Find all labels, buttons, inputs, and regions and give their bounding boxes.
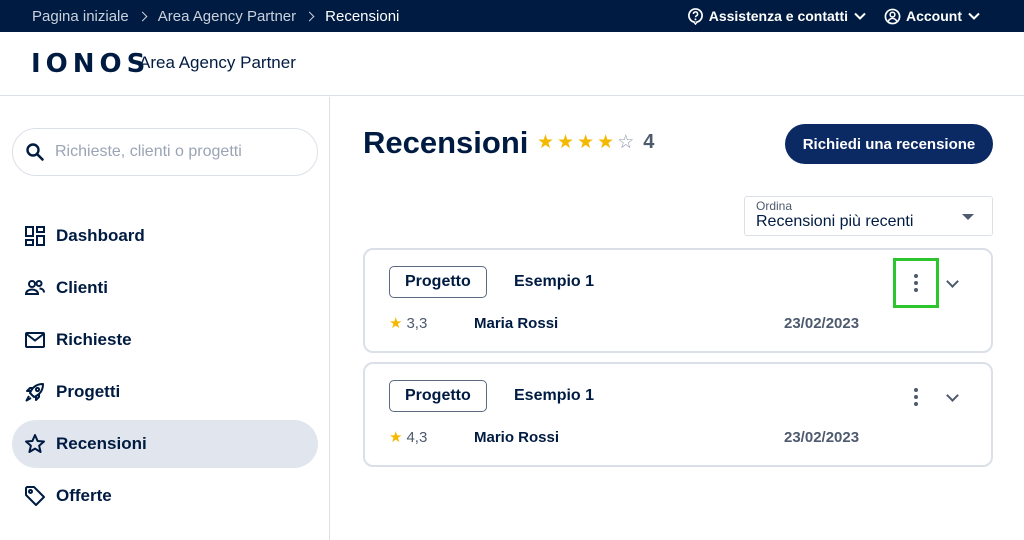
sidebar-item-offerte[interactable]: Offerte bbox=[12, 472, 318, 520]
star-icon bbox=[25, 434, 45, 453]
review-date: 23/02/2023 bbox=[784, 429, 860, 446]
help-menu[interactable]: Assistenza e contatti bbox=[687, 7, 866, 25]
kebab-dot bbox=[914, 281, 918, 285]
chevron-down-icon bbox=[854, 12, 866, 20]
kebab-dot bbox=[914, 288, 918, 292]
app-name: Area Agency Partner bbox=[139, 53, 296, 72]
sidebar-item-label: Recensioni bbox=[56, 434, 147, 453]
breadcrumb-home[interactable]: Pagina iniziale bbox=[32, 8, 129, 25]
page-title: Recensioni bbox=[363, 125, 529, 160]
star-filled-icon: ★ bbox=[557, 131, 575, 153]
main-content: Recensioni ★ ★ ★ ★ ☆ 4 Richiedi una rece… bbox=[331, 97, 1024, 540]
kebab-dot bbox=[914, 388, 918, 392]
request-review-button[interactable]: Richiedi una recensione bbox=[785, 124, 993, 164]
caret-down-icon bbox=[962, 214, 974, 220]
sidebar-item-progetti[interactable]: Progetti bbox=[12, 368, 318, 416]
review-score: 3,3 bbox=[406, 314, 428, 332]
project-name: Esempio 1 bbox=[514, 273, 595, 290]
sort-select[interactable]: Ordina Recensioni più recenti bbox=[744, 196, 993, 236]
top-bar: Pagina iniziale Area Agency Partner Rece… bbox=[0, 0, 1024, 32]
sort-value: Recensioni più recenti bbox=[756, 213, 914, 230]
mail-icon bbox=[25, 332, 45, 348]
review-author: Mario Rossi bbox=[474, 429, 560, 446]
breadcrumb: Pagina iniziale Area Agency Partner Rece… bbox=[32, 0, 399, 32]
chevron-down-icon bbox=[968, 12, 980, 20]
app-header: IONOS Area Agency Partner bbox=[0, 32, 1024, 96]
help-icon bbox=[687, 7, 703, 25]
sidebar-item-recensioni[interactable]: Recensioni bbox=[12, 420, 318, 468]
chevron-right-icon bbox=[137, 11, 148, 21]
review-score: 4,3 bbox=[406, 428, 428, 446]
star-empty-icon: ☆ bbox=[617, 131, 635, 153]
people-icon bbox=[24, 280, 45, 295]
overall-rating-value: 4 bbox=[643, 131, 655, 153]
expand-chevron-icon[interactable] bbox=[946, 389, 959, 402]
project-tag: Progetto bbox=[389, 266, 487, 298]
expand-chevron-icon[interactable] bbox=[946, 275, 959, 288]
more-options-button[interactable] bbox=[893, 258, 939, 308]
sidebar-item-label: Richieste bbox=[56, 330, 132, 349]
sidebar-item-dashboard[interactable]: Dashboard bbox=[12, 212, 318, 260]
sidebar-item-clienti[interactable]: Clienti bbox=[12, 264, 318, 312]
overall-rating: ★ ★ ★ ★ ☆ 4 bbox=[537, 131, 654, 154]
sort-label: Ordina bbox=[756, 199, 793, 213]
sidebar-nav: Dashboard Clienti Richieste Progetti Rec… bbox=[12, 212, 318, 524]
star-filled-icon: ★ bbox=[577, 131, 595, 153]
account-menu[interactable]: Account bbox=[884, 8, 980, 25]
star-filled-icon: ★ bbox=[389, 315, 403, 332]
sidebar-item-richieste[interactable]: Richieste bbox=[12, 316, 318, 364]
sidebar-item-label: Dashboard bbox=[56, 226, 145, 245]
breadcrumb-agency[interactable]: Area Agency Partner bbox=[158, 8, 296, 25]
rocket-icon bbox=[25, 383, 44, 402]
review-author: Maria Rossi bbox=[474, 315, 559, 332]
tag-icon bbox=[25, 486, 45, 506]
help-label: Assistenza e contatti bbox=[708, 8, 848, 24]
kebab-dot bbox=[914, 402, 918, 406]
project-tag: Progetto bbox=[389, 380, 487, 412]
sidebar-item-label: Offerte bbox=[56, 486, 112, 505]
more-options-button[interactable] bbox=[893, 372, 939, 422]
review-rating: ★ 4,3 bbox=[389, 428, 428, 447]
sidebar-item-label: Progetti bbox=[56, 382, 121, 401]
sidebar: Dashboard Clienti Richieste Progetti Rec… bbox=[0, 97, 330, 540]
review-date: 23/02/2023 bbox=[784, 315, 860, 332]
sidebar-item-label: Clienti bbox=[56, 278, 108, 297]
user-circle-icon bbox=[884, 8, 901, 24]
chevron-right-icon bbox=[304, 11, 315, 21]
dashboard-icon bbox=[25, 226, 45, 246]
account-label: Account bbox=[906, 8, 962, 24]
search-box[interactable] bbox=[12, 128, 318, 176]
breadcrumb-current: Recensioni bbox=[325, 7, 400, 25]
review-card: Progetto Esempio 1 ★ 4,3 Mario Rossi 23/… bbox=[363, 362, 993, 467]
project-name: Esempio 1 bbox=[514, 387, 595, 404]
kebab-dot bbox=[914, 395, 918, 399]
search-icon bbox=[26, 143, 44, 161]
star-filled-icon: ★ bbox=[389, 429, 403, 446]
review-card: Progetto Esempio 1 ★ 3,3 Maria Rossi 23/… bbox=[363, 248, 993, 353]
star-filled-icon: ★ bbox=[537, 131, 555, 153]
star-filled-icon: ★ bbox=[597, 131, 615, 153]
kebab-dot bbox=[914, 274, 918, 278]
review-rating: ★ 3,3 bbox=[389, 314, 428, 333]
ionos-logo[interactable]: IONOS bbox=[31, 49, 150, 79]
search-input[interactable] bbox=[55, 143, 285, 161]
